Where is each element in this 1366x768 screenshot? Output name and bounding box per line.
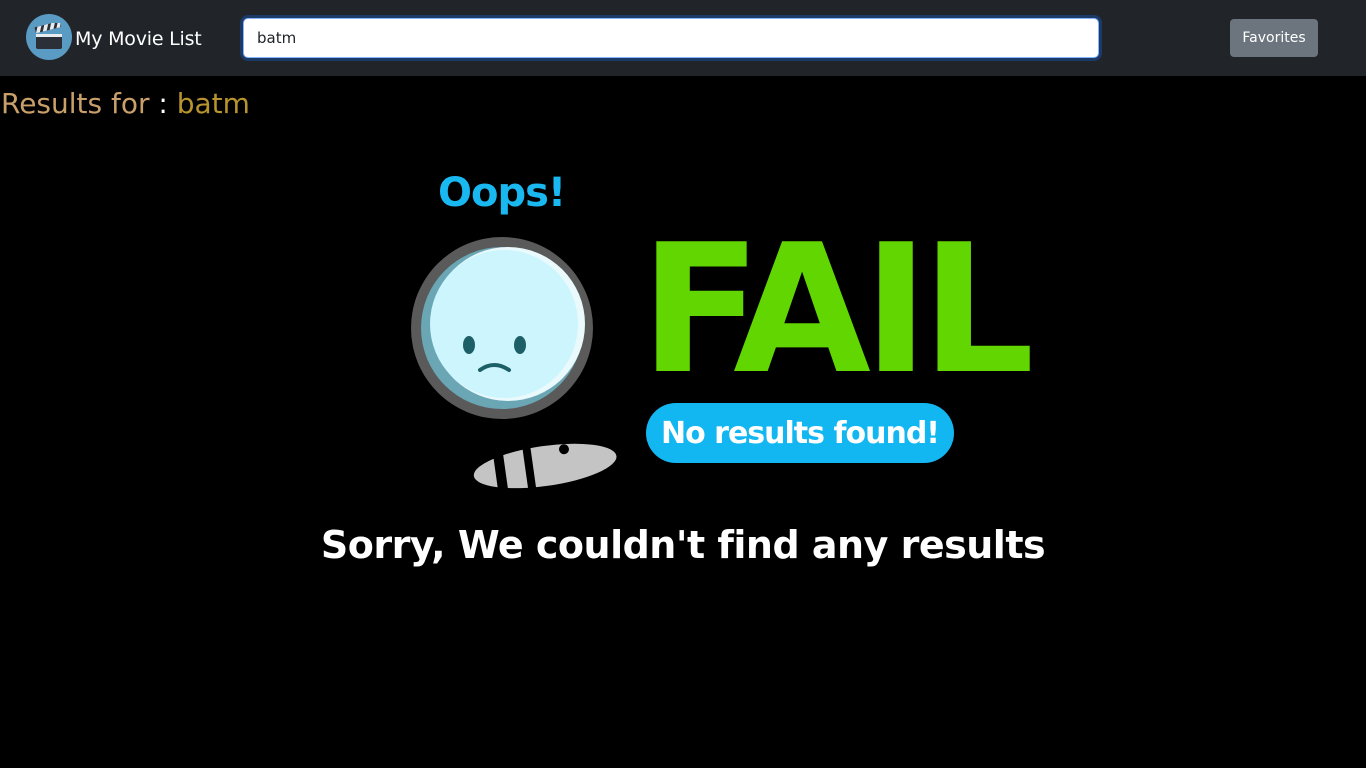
film-clapperboard-icon xyxy=(26,14,72,60)
favorites-button[interactable]: Favorites xyxy=(1230,19,1318,57)
brand-title: My Movie List xyxy=(75,28,202,50)
no-results-illustration: Oops! FAIL No results found! xyxy=(400,160,1035,520)
brand-link[interactable]: My Movie List xyxy=(26,14,202,60)
search-input[interactable] xyxy=(243,18,1099,58)
results-label: Results for xyxy=(1,87,150,120)
results-heading: Results for : batm xyxy=(1,87,250,120)
navbar: My Movie List Favorites xyxy=(0,0,1366,76)
sad-magnifying-glass-icon xyxy=(411,237,617,493)
no-results-pill: No results found! xyxy=(646,403,954,463)
oops-text: Oops! xyxy=(438,170,566,216)
results-separator: : xyxy=(149,87,177,120)
no-results-message: Sorry, We couldn't find any results xyxy=(320,523,1046,567)
fail-text: FAIL xyxy=(640,206,1035,413)
results-query: batm xyxy=(176,87,250,120)
